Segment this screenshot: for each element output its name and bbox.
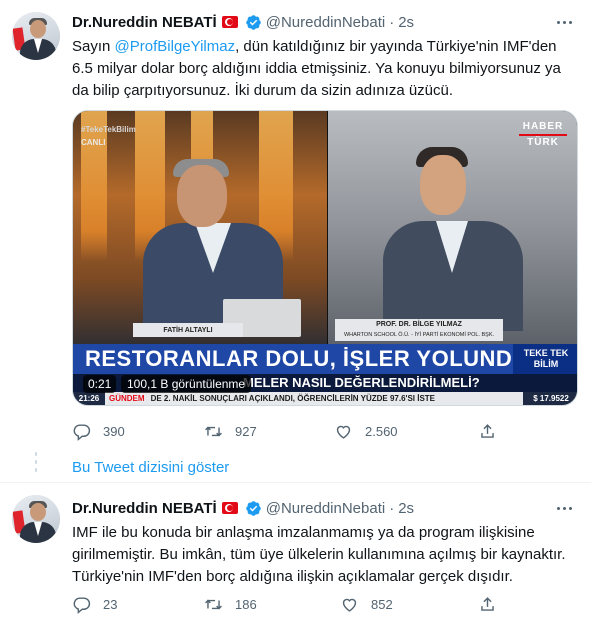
author-name[interactable]: Dr.Nureddin NEBATİ [72,500,217,517]
reply-button[interactable]: 23 [72,593,117,615]
turkey-flag-icon [221,502,238,514]
retweet-button[interactable]: 186 [204,593,257,615]
like-icon [342,598,357,612]
tweet-text: Sayın @ProfBilgeYilmaz, dün katıldığınız… [72,38,561,99]
live-label: CANLI [81,138,106,147]
video-view-count: 100,1 B görüntülenme [121,375,252,393]
tweet-actions: 390 927 2.560 [72,420,502,442]
thread-connector [35,452,37,482]
video-headline: RESTORANLAR DOLU, İŞLER YOLUNDA MI? [73,344,513,374]
avatar[interactable] [12,495,60,543]
retweet-icon [205,426,222,436]
author-name[interactable]: Dr.Nureddin NEBATİ [72,14,217,31]
tweet-text: IMF ile bu konuda bir anlaşma imzalanmam… [72,524,566,585]
reply-count: 390 [103,423,125,439]
video-duration: 0:21 [83,375,117,393]
like-count: 852 [371,596,393,612]
avatar[interactable] [12,12,60,60]
turkey-flag-icon [221,16,238,28]
like-icon [336,425,351,439]
right-guest-nameplate: PROF. DR. BİLGE YILMAZ WHARTON SCHOOL Ö.… [335,319,503,341]
retweet-button[interactable]: 927 [204,420,257,442]
author-handle[interactable]: @NureddinNebati [266,14,385,31]
share-button[interactable] [478,420,497,442]
like-button[interactable]: 2.560 [334,420,398,442]
verified-badge-icon [245,14,261,30]
retweet-icon [205,599,222,609]
tweet-header: Dr.Nureddin NEBATİ @NureddinNebati · 2s [72,498,414,518]
verified-badge-icon [245,500,261,516]
reply-icon [73,596,91,614]
tweet-1[interactable]: Dr.Nureddin NEBATİ @NureddinNebati · 2s … [0,0,591,452]
timestamp[interactable]: 2s [398,14,414,31]
left-guest-nameplate: FATİH ALTAYLI [133,323,243,337]
share-icon [481,423,494,438]
timestamp[interactable]: 2s [398,500,414,517]
show-thread-link[interactable]: Bu Tweet dizisini göster [72,459,229,476]
like-count: 2.560 [365,423,398,439]
video-frame-left [73,111,328,351]
more-icon[interactable] [553,498,575,518]
tweet-2[interactable]: Dr.Nureddin NEBATİ @NureddinNebati · 2s … [0,483,591,621]
reply-icon [73,423,91,441]
video-hashtag: #TekeTekBilim [81,125,136,134]
program-logo: TEKE TEK BİLİM [513,344,577,374]
separator: · [389,13,395,31]
more-icon[interactable] [553,12,575,32]
mention-link[interactable]: @ProfBilgeYilmaz [115,38,236,55]
news-ticker: 21:26 GÜNDEM DE 2. NAKİL SONUÇLARI AÇIKLAN… [73,392,577,405]
tweet-header: Dr.Nureddin NEBATİ @NureddinNebati · 2s [72,12,414,32]
reply-button[interactable]: 390 [72,420,125,442]
channel-logo: HABER TÜRK [519,121,567,149]
separator: · [389,499,395,517]
reply-count: 23 [103,596,118,612]
author-handle[interactable]: @NureddinNebati [266,500,385,517]
retweet-count: 927 [235,423,257,439]
video-player[interactable]: #TekeTekBilim CANLI HABER TÜRK FATİH ALT… [72,110,578,406]
share-icon [481,596,494,611]
like-button[interactable]: 852 [340,593,393,615]
share-button[interactable] [478,593,497,615]
retweet-count: 186 [235,596,257,612]
tweet-actions: 23 186 852 [72,593,502,615]
